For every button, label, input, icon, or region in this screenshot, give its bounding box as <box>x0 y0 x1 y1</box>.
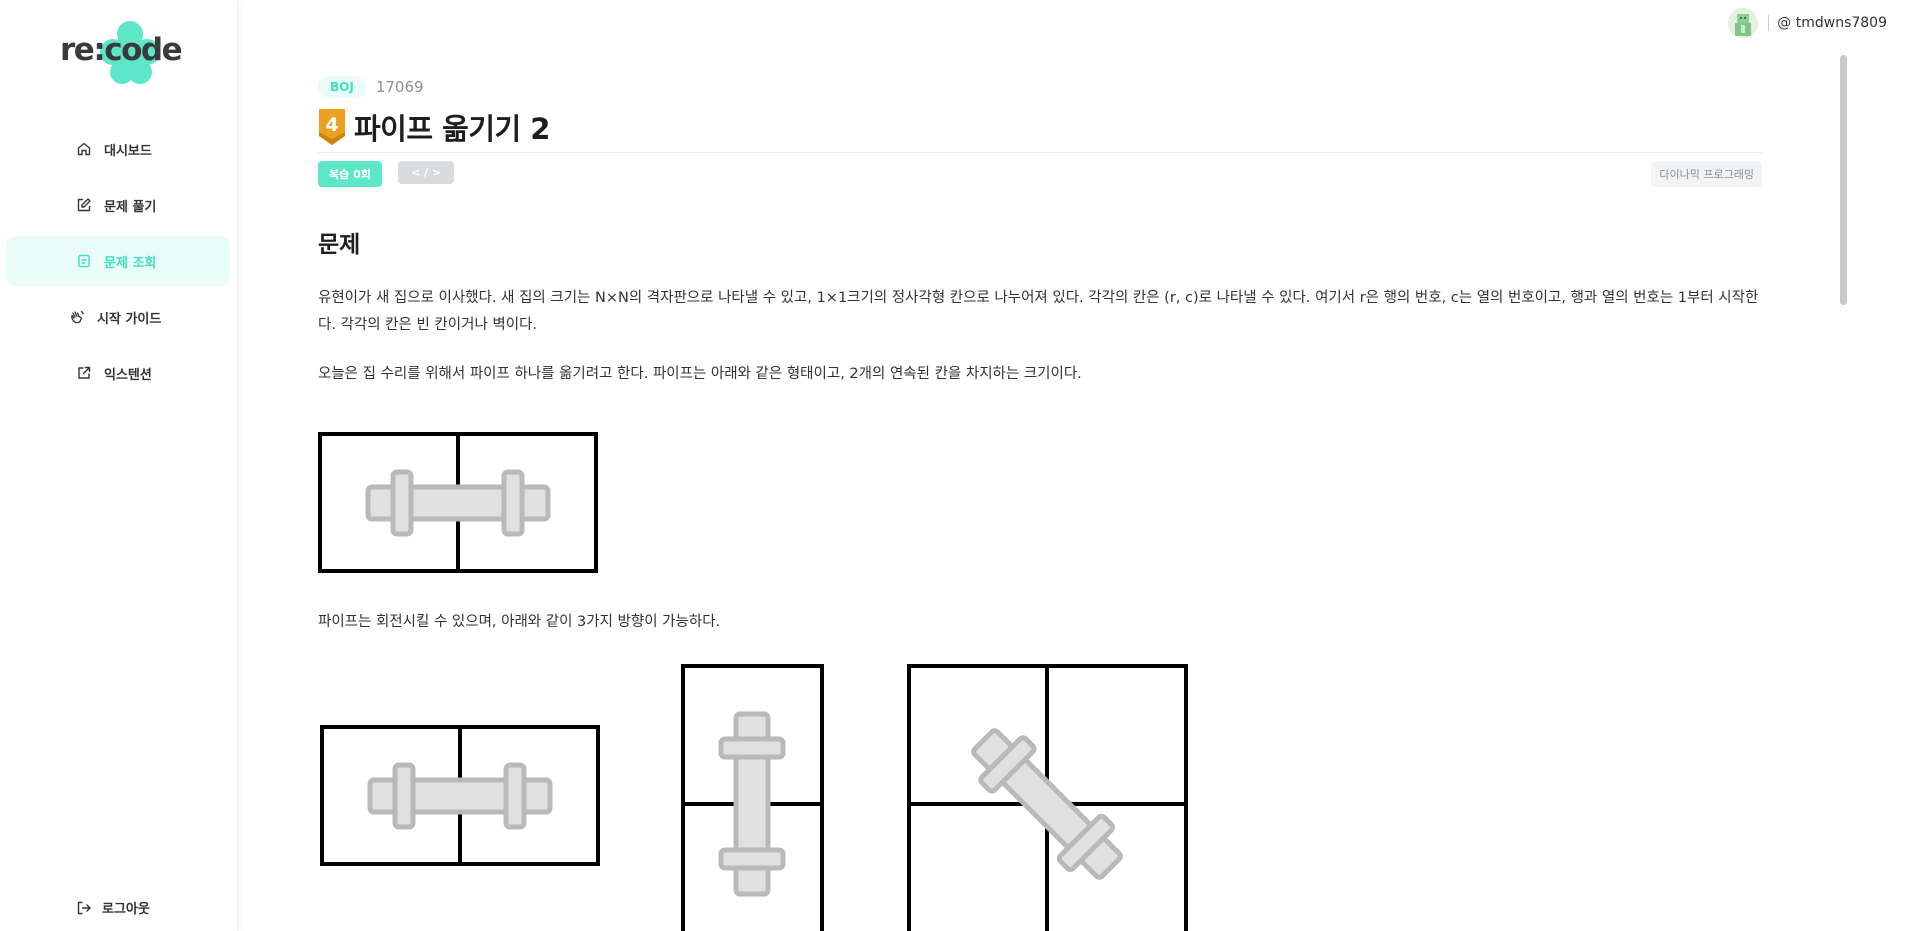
tag-row: 복습 0회 < / > 다이나믹 프로그래밍 <box>318 157 1762 189</box>
sidebar-item-guide[interactable]: 시작 가이드 <box>6 292 230 342</box>
pipe-figure-vertical <box>681 664 824 931</box>
document-icon <box>78 254 90 268</box>
user-avatar[interactable] <box>1728 8 1759 38</box>
external-link-icon <box>78 366 91 379</box>
problem-content: BOJ 17069 4 파이프 옮기기 2 복습 0회 < / > 다이나믹 프… <box>318 74 1762 931</box>
avatar-image <box>1728 8 1759 38</box>
pipe-figure-diagonal <box>907 664 1188 931</box>
sidebar-item-dashboard[interactable]: 대시보드 <box>6 124 230 174</box>
problem-number: 17069 <box>375 78 424 96</box>
app-root: re:code 대시보드 문제 풀기 문제 조회 시작 가이드 익스텐션 로그아… <box>0 0 1917 931</box>
problem-paragraph: 오늘은 집 수리를 위해서 파이프 하나를 옮기려고 한다. 파이프는 아래와 … <box>318 366 1082 382</box>
code-button[interactable]: < / > <box>398 161 455 184</box>
problem-meta: BOJ 17069 <box>318 74 1762 100</box>
wave-hand-icon <box>71 310 84 324</box>
problem-paragraph: 유현이가 새 집으로 이사했다. 새 집의 크기는 N×N의 격자판으로 나타낼… <box>318 290 1759 333</box>
algorithm-tag[interactable]: 다이나믹 프로그래밍 <box>1651 161 1762 187</box>
home-icon <box>77 142 91 156</box>
sidebar-item-label: 대시보드 <box>104 143 152 159</box>
edit-icon <box>77 198 91 212</box>
sidebar-item-label: 익스텐션 <box>104 367 152 383</box>
page-title: 파이프 옮기기 2 <box>354 112 550 146</box>
user-menu[interactable]: @ tmdwns7809 <box>1728 8 1887 38</box>
sidebar-item-solve[interactable]: 문제 풀기 <box>6 180 230 230</box>
logo[interactable]: re:code <box>58 18 188 90</box>
tier-level: 4 <box>325 114 338 136</box>
sidebar-item-label: 문제 조회 <box>104 255 157 271</box>
problem-paragraph: 파이프는 회전시킬 수 있으며, 아래와 같이 3가지 방향이 가능하다. <box>318 614 721 630</box>
title-divider <box>318 152 1762 153</box>
sidebar-item-label: 문제 풀기 <box>104 199 157 215</box>
logout-label: 로그아웃 <box>102 902 150 917</box>
logout-icon <box>77 901 91 914</box>
logo-text: re:code <box>60 32 183 68</box>
sidebar-nav: 대시보드 문제 풀기 문제 조회 시작 가이드 익스텐션 <box>6 124 230 404</box>
divider <box>1768 15 1770 31</box>
logout-button[interactable]: 로그아웃 <box>76 898 150 917</box>
pipe-figure-horizontal <box>320 725 600 866</box>
sidebar-item-label: 시작 가이드 <box>97 311 162 327</box>
username: @ tmdwns7809 <box>1777 15 1887 31</box>
source-badge: BOJ <box>318 76 366 98</box>
sidebar-item-extension[interactable]: 익스텐션 <box>6 348 230 398</box>
title-row: 4 파이프 옮기기 2 <box>318 106 1762 148</box>
scrollbar-thumb[interactable] <box>1840 55 1847 305</box>
sidebar: re:code 대시보드 문제 풀기 문제 조회 시작 가이드 익스텐션 로그아… <box>0 0 238 931</box>
pipe-directions-figures <box>318 658 1762 931</box>
tier-badge-icon: 4 <box>319 109 345 145</box>
pipe-figure-horizontal <box>318 432 598 573</box>
review-count-button[interactable]: 복습 0회 <box>318 161 382 187</box>
section-title: 문제 <box>318 232 361 258</box>
sidebar-item-browse[interactable]: 문제 조회 <box>6 236 230 286</box>
